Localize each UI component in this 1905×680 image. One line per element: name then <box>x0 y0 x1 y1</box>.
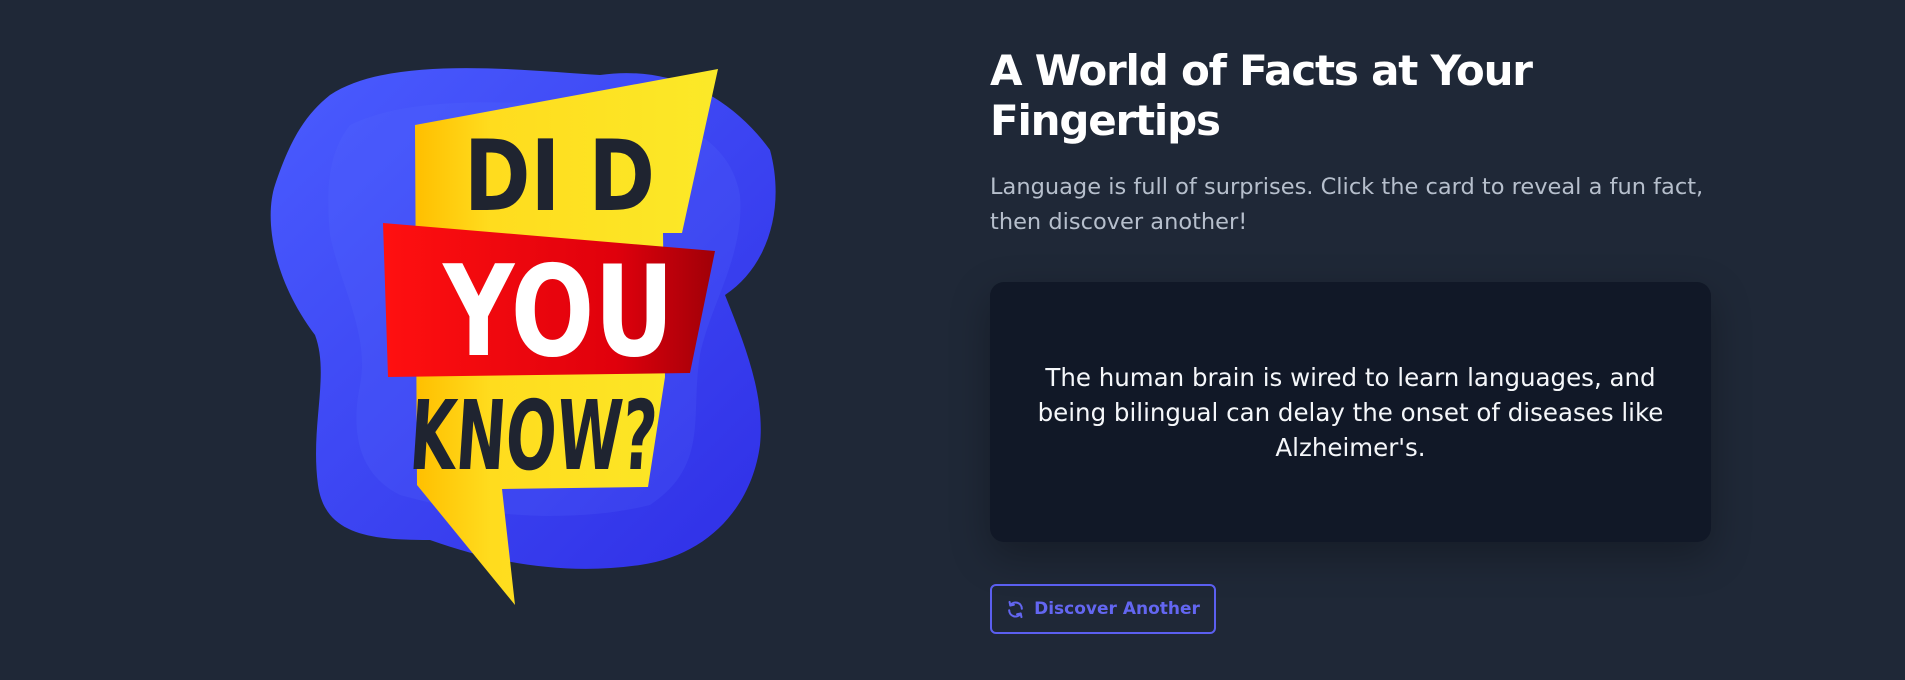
fact-text: The human brain is wired to learn langua… <box>1037 362 1664 462</box>
page: DI D YOU KNOW? A World of Facts at Your … <box>0 0 1905 680</box>
illustration-text-you: YOU <box>441 238 674 385</box>
refresh-icon <box>1006 600 1025 619</box>
illustration-text-know: KNOW? <box>406 380 660 492</box>
did-you-know-graphic: DI D YOU KNOW? <box>270 68 776 605</box>
page-subtitle: Language is full of surprises. Click the… <box>990 174 1704 235</box>
discover-another-label: Discover Another <box>1034 599 1200 619</box>
content-panel: A World of Facts at Your Fingertips Lang… <box>990 46 1711 634</box>
illustration-text-did: DI D <box>464 120 655 234</box>
did-you-know-illustration: DI D YOU KNOW? <box>270 55 790 615</box>
fact-card[interactable]: The human brain is wired to learn langua… <box>990 282 1711 542</box>
page-title: A World of Facts at Your Fingertips <box>990 46 1533 145</box>
discover-another-button[interactable]: Discover Another <box>990 584 1216 634</box>
